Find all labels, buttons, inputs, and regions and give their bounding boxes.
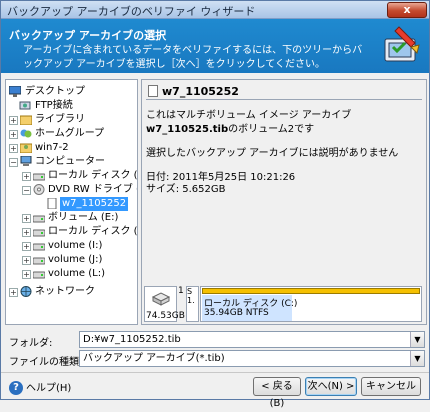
expand-icon[interactable]: + [9, 144, 18, 153]
dvd-drive-icon [33, 184, 45, 195]
system-partition-label: S [187, 287, 193, 296]
tree-item-label: win7-2 [35, 142, 69, 153]
tree-item-label: volume (L:) [48, 268, 105, 279]
tree-item-label: ホームグループ [35, 128, 105, 139]
archive-file-icon [47, 198, 57, 209]
archive-name: w7_1105252 [162, 85, 239, 98]
disk-summary: 74.53GB [144, 286, 185, 322]
disk-layout: 74.53GB 1 S 1. ローカル ディスク (C:) 35.94GB NT… [144, 286, 424, 322]
archive-main-file: w7_110525.tib [146, 124, 229, 135]
cancel-button[interactable]: キャンセル [361, 377, 421, 396]
collapse-icon[interactable]: − [9, 158, 18, 167]
tree-item-label: ローカル ディスク (H:) [48, 226, 138, 237]
tree-item-label: コンピューター [35, 156, 105, 167]
hard-drive-icon [33, 215, 45, 223]
title-bar: バックアップ アーカイブのベリファイ ウィザード x [1, 1, 429, 19]
homegroup-icon [20, 129, 32, 138]
banner-title: バックアップ アーカイブの選択 [9, 29, 167, 42]
partition-usage-bar [202, 288, 420, 294]
hard-drive-icon [33, 257, 45, 265]
tree-item-label: デスクトップ [25, 86, 85, 97]
folder-value: D:¥w7_1105252.tib [83, 334, 181, 345]
tree-item-label: ネットワーク [35, 286, 95, 297]
hard-drive-icon [151, 292, 171, 306]
disk-number: 1 [178, 286, 184, 296]
expand-icon[interactable]: + [22, 228, 31, 237]
filetype-select[interactable]: バックアップ アーカイブ(*.tib) ▼ [79, 350, 425, 367]
archive-description-text: 選択したバックアップ アーカイブには説明がありません [146, 148, 399, 159]
expand-icon[interactable]: + [22, 214, 31, 223]
collapse-icon[interactable]: − [22, 186, 31, 195]
library-icon [20, 115, 32, 125]
close-button[interactable]: x [387, 2, 427, 18]
tree-item-label: ボリューム (E:) [48, 212, 119, 223]
tree-item-label: ローカル ディスク (C:) [48, 170, 138, 181]
folder-tree[interactable]: デスクトップ FTP接続 + ライブラリ + ホームグループ + win7-2 … [5, 79, 138, 325]
expand-icon[interactable]: + [22, 270, 31, 279]
folder-field[interactable]: D:¥w7_1105252.tib ▼ [79, 331, 425, 348]
tree-item-label: volume (J:) [48, 254, 103, 265]
help-icon: ? [9, 381, 23, 395]
next-button[interactable]: 次へ(N) > [305, 377, 357, 396]
archive-info-header: w7_1105252 [146, 84, 422, 100]
archive-file-icon [148, 85, 158, 97]
filetype-value: バックアップ アーカイブ(*.tib) [83, 353, 225, 364]
user-folder-icon [20, 143, 32, 153]
tree-item-label: volume (I:) [48, 240, 103, 251]
expand-icon[interactable]: + [22, 242, 31, 251]
wizard-banner: バックアップ アーカイブの選択 アーカイブに含まれているデータをベリファイするに… [1, 19, 429, 73]
archive-type-text: これはマルチボリューム イメージ アーカイブ [146, 110, 352, 121]
hard-drive-icon [33, 173, 45, 181]
verify-archive-icon [384, 26, 420, 62]
tree-item-label: ライブラリ [35, 114, 85, 125]
tree-item-label: DVD RW ドライブ (D:) / [48, 184, 137, 195]
partition-c[interactable]: ローカル ディスク (C:) 35.94GB NTFS [200, 286, 422, 322]
hard-drive-icon [33, 271, 45, 279]
archive-info-panel: w7_1105252 これはマルチボリューム イメージ アーカイブ w7_110… [141, 79, 427, 325]
button-bar: ? ヘルプ(H) < 戻る(B) 次へ(N) > キャンセル [1, 372, 429, 409]
tree-item-label: w7_1105252 [60, 197, 129, 211]
tree-item-label: FTP接続 [35, 100, 73, 111]
expand-icon[interactable]: + [9, 288, 18, 297]
desktop-icon [9, 86, 21, 97]
chevron-down-icon[interactable]: ▼ [410, 351, 424, 366]
archive-volume-text: w7_110525.tibのボリューム2です [146, 120, 314, 135]
expand-icon[interactable]: + [22, 172, 31, 181]
banner-description: アーカイブに含まれているデータをベリファイするには、下のツリーからバックアップ … [23, 45, 363, 70]
archive-volume-suffix: のボリューム2です [228, 124, 315, 135]
help-button[interactable]: ? ヘルプ(H) [9, 379, 71, 395]
network-icon [20, 286, 32, 297]
window-title: バックアップ アーカイブのベリファイ ウィザード [7, 5, 256, 18]
expand-icon[interactable]: + [9, 116, 18, 125]
archive-size: サイズ: 5.652GB [146, 184, 226, 195]
chevron-down-icon[interactable]: ▼ [410, 332, 424, 347]
expand-icon[interactable]: + [22, 256, 31, 265]
wizard-window: バックアップ アーカイブのベリファイ ウィザード x バックアップ アーカイブの… [0, 0, 430, 409]
expand-icon[interactable]: + [9, 130, 18, 139]
hard-drive-icon [33, 243, 45, 251]
hard-drive-icon [33, 229, 45, 237]
back-button[interactable]: < 戻る(B) [253, 377, 301, 409]
partition-info: 35.94GB NTFS [204, 308, 269, 318]
system-partition-index: 1. [187, 296, 195, 305]
ftp-icon [19, 101, 31, 110]
folder-label: フォルダ: [9, 338, 53, 349]
system-partition[interactable]: S 1. [186, 286, 199, 322]
computer-icon [20, 156, 32, 166]
help-label: ヘルプ(H) [26, 383, 72, 394]
